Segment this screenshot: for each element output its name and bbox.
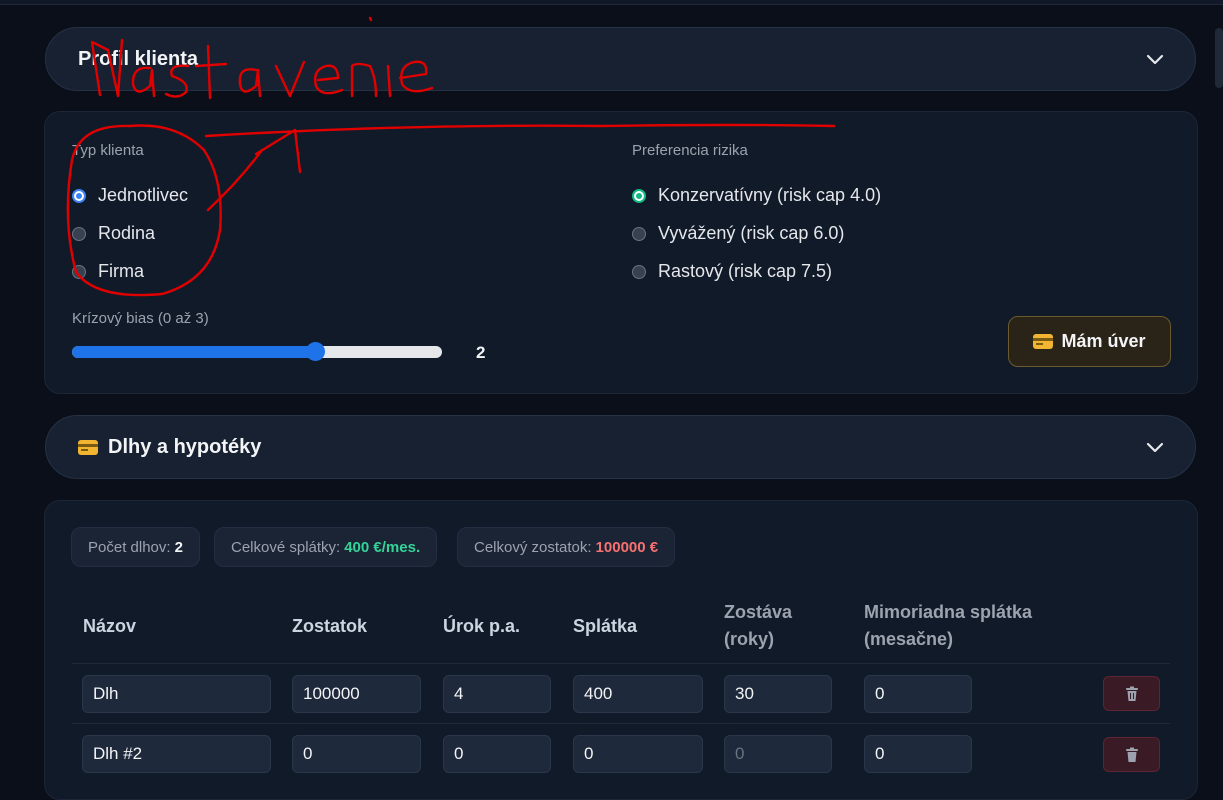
debts-panel-title: Dlhy a hypotéky <box>78 436 1145 459</box>
total-payments-chip: Celkové splátky: 400 €/mes. <box>214 527 438 567</box>
header-line: Zostáva <box>724 602 793 622</box>
option-label: Jednotlivec <box>98 185 189 205</box>
option-label: Konzervatívny (risk cap 4.0) <box>658 185 882 205</box>
credit-card-icon <box>1033 334 1054 349</box>
radio-button[interactable] <box>632 264 646 279</box>
risk-option-balanced[interactable]: Vyvážený (risk cap 6.0) <box>632 223 844 244</box>
header-line: (roky) <box>724 629 775 649</box>
slider-fill <box>72 346 316 358</box>
top-bar <box>0 0 1223 5</box>
option-label: Rodina <box>98 223 156 243</box>
header-line: Mimoriadna splátka <box>864 602 1033 622</box>
debt-count-chip: Počet dlhov: 2 <box>71 527 200 567</box>
debts-title-text: Dlhy a hypotéky <box>108 435 262 458</box>
debt-extra-payment-input[interactable]: 0 <box>864 735 972 773</box>
risk-option-growth[interactable]: Rastový (risk cap 7.5) <box>632 261 832 282</box>
column-header-extra-payment: Mimoriadna splátka (mesačne) <box>864 599 1032 653</box>
trash-icon <box>1125 747 1138 762</box>
column-header-name: Názov <box>83 616 137 636</box>
column-header-balance: Zostatok <box>292 616 368 636</box>
table-divider <box>72 723 1170 724</box>
delete-debt-button[interactable] <box>1103 676 1160 711</box>
chevron-down-icon[interactable] <box>1145 437 1165 457</box>
debt-remaining-input[interactable]: 0 <box>724 735 832 773</box>
delete-debt-button[interactable] <box>1103 737 1160 772</box>
credit-card-icon <box>78 439 98 455</box>
chip-label: Celkový zostatok: <box>474 538 592 556</box>
option-label: Vyvážený (risk cap 6.0) <box>658 223 845 243</box>
client-type-option-family[interactable]: Rodina <box>72 223 155 244</box>
debt-extra-payment-input[interactable]: 0 <box>864 675 972 713</box>
column-header-payment: Splátka <box>573 616 638 636</box>
debt-name-input[interactable]: Dlh <box>82 675 271 713</box>
radio-button[interactable] <box>632 188 646 203</box>
chevron-down-icon[interactable] <box>1145 49 1165 69</box>
debt-remaining-input[interactable]: 30 <box>724 675 832 713</box>
debts-panel-header[interactable]: Dlhy a hypotéky <box>45 415 1196 479</box>
trash-icon <box>1125 686 1138 701</box>
risk-preference-label: Preferencia rizika <box>632 142 748 159</box>
column-header-remaining: Zostáva (roky) <box>724 599 792 653</box>
debt-rate-input[interactable]: 4 <box>443 675 551 713</box>
radio-button[interactable] <box>632 226 646 241</box>
debt-balance-input[interactable]: 100000 <box>292 675 421 713</box>
radio-button[interactable] <box>72 226 86 241</box>
chip-label: Celkové splátky: <box>231 538 341 556</box>
client-type-label: Typ klienta <box>72 142 144 159</box>
debt-name-input[interactable]: Dlh #2 <box>82 735 271 773</box>
profile-panel-title: Profil klienta <box>78 47 199 70</box>
client-type-option-company[interactable]: Firma <box>72 261 144 282</box>
header-line: (mesačne) <box>864 629 954 649</box>
total-balance-chip: Celkový zostatok: 100000 € <box>457 527 676 567</box>
option-label: Firma <box>98 261 144 281</box>
debt-rate-input[interactable]: 0 <box>443 735 551 773</box>
table-divider <box>72 663 1170 664</box>
chip-label: Počet dlhov: <box>88 538 171 556</box>
crisis-bias-label: Krízový bias (0 až 3) <box>72 310 209 327</box>
crisis-bias-value: 2 <box>476 343 486 362</box>
client-type-option-individual[interactable]: Jednotlivec <box>72 185 188 206</box>
profile-panel-header[interactable]: Profil klienta <box>45 27 1196 91</box>
crisis-bias-slider[interactable] <box>72 346 442 358</box>
radio-button[interactable] <box>72 188 86 203</box>
debt-payment-input[interactable]: 0 <box>573 735 703 773</box>
have-loan-label: Mám úver <box>1061 331 1146 351</box>
column-header-rate: Úrok p.a. <box>443 616 521 636</box>
scrollbar[interactable] <box>1215 28 1223 88</box>
slider-thumb[interactable] <box>306 342 325 361</box>
option-label: Rastový (risk cap 7.5) <box>658 261 833 281</box>
radio-button[interactable] <box>72 264 86 279</box>
debt-payment-input[interactable]: 400 <box>573 675 703 713</box>
chip-value: 100000 € <box>595 538 659 556</box>
chip-value: 400 €/mes. <box>344 538 421 556</box>
have-loan-button[interactable]: Mám úver <box>1008 316 1171 367</box>
debt-balance-input[interactable]: 0 <box>292 735 421 773</box>
chip-value: 2 <box>174 538 183 556</box>
risk-option-conservative[interactable]: Konzervatívny (risk cap 4.0) <box>632 185 881 206</box>
